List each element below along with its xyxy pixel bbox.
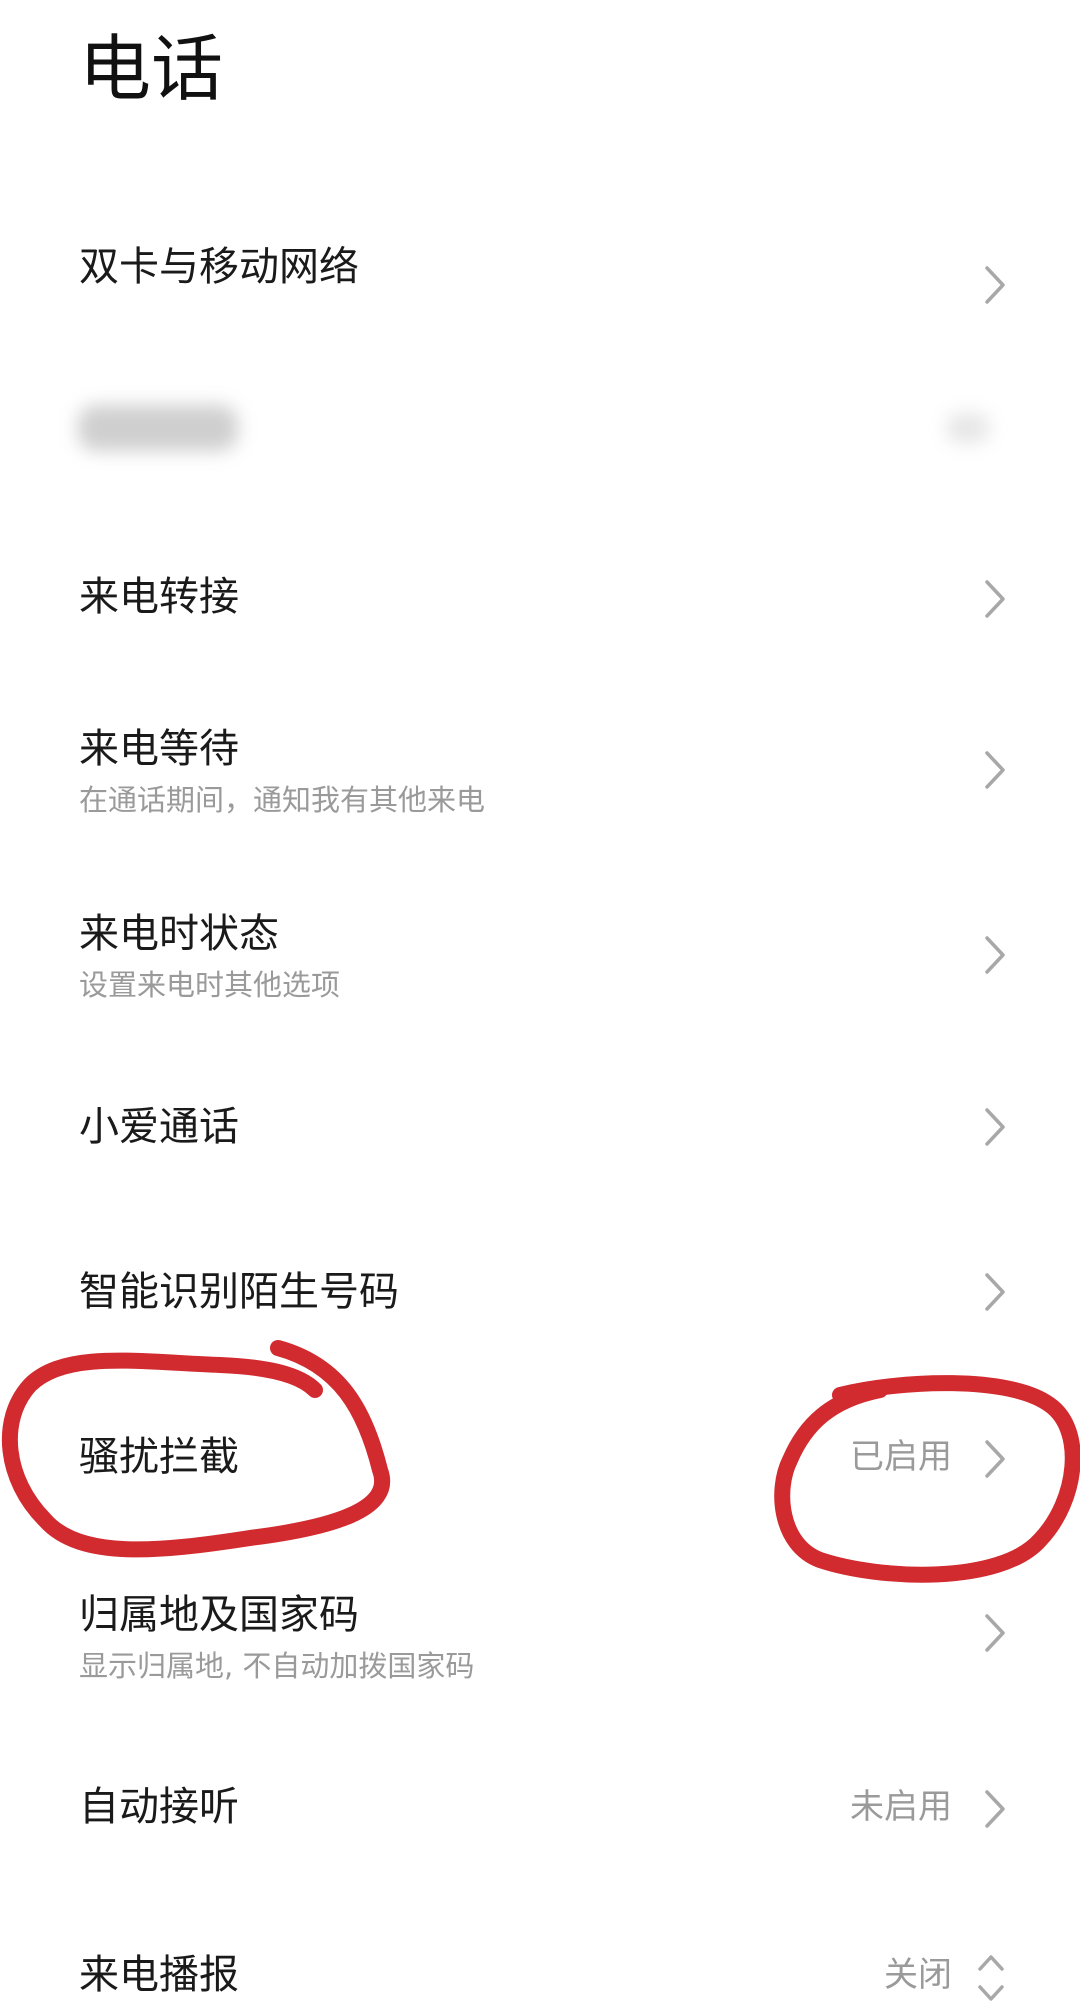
settings-item-caller-announce[interactable]: 来电播报 关闭 xyxy=(0,1925,1080,2004)
settings-item-subtitle: 在通话期间，通知我有其他来电 xyxy=(79,783,486,817)
chevron-right-icon xyxy=(984,579,1006,619)
settings-item-label: 归属地及国家码 xyxy=(79,1592,359,1638)
redacted-label xyxy=(78,405,238,451)
settings-item-subtitle: 设置来电时其他选项 xyxy=(79,968,341,1002)
chevron-up-down-icon[interactable] xyxy=(976,1951,1006,2001)
chevron-right-icon xyxy=(984,265,1006,305)
chevron-right-icon xyxy=(984,750,1006,790)
chevron-right-icon xyxy=(984,1439,1006,1479)
settings-item-label: 自动接听 xyxy=(79,1784,239,1830)
settings-item-label: 来电转接 xyxy=(79,574,239,620)
chevron-right-icon xyxy=(984,1107,1006,1147)
settings-item-call-waiting[interactable]: 来电等待 在通话期间，通知我有其他来电 xyxy=(0,715,1080,835)
status-value: 未启用 xyxy=(850,1787,952,1827)
status-value: 已启用 xyxy=(850,1437,952,1477)
settings-item-incoming-state[interactable]: 来电时状态 设置来电时其他选项 xyxy=(0,900,1080,1020)
settings-item-label: 小爱通话 xyxy=(79,1104,239,1150)
settings-item-label: 来电等待 xyxy=(79,726,239,772)
chevron-right-icon xyxy=(984,1613,1006,1653)
settings-item-spam-block[interactable]: 骚扰拦截 已启用 xyxy=(0,1415,1080,1525)
settings-item-call-forwarding[interactable]: 来电转接 xyxy=(0,555,1080,665)
chevron-right-icon xyxy=(984,935,1006,975)
settings-item-label: 来电时状态 xyxy=(79,911,279,957)
settings-item-dual-sim[interactable]: 双卡与移动网络 xyxy=(0,225,1080,335)
status-value: 关闭 xyxy=(884,1955,952,1995)
settings-item-xiaoai-call[interactable]: 小爱通话 xyxy=(0,1085,1080,1195)
settings-item-label: 来电播报 xyxy=(79,1952,239,1998)
settings-item-redacted[interactable] xyxy=(0,385,1080,495)
settings-item-label: 智能识别陌生号码 xyxy=(79,1269,399,1315)
settings-item-auto-answer[interactable]: 自动接听 未启用 xyxy=(0,1765,1080,1875)
settings-item-subtitle: 显示归属地, 不自动加拨国家码 xyxy=(79,1649,475,1683)
settings-item-identify-unknown[interactable]: 智能识别陌生号码 xyxy=(0,1250,1080,1360)
settings-item-label: 双卡与移动网络 xyxy=(79,244,359,290)
chevron-right-icon xyxy=(984,1789,1006,1829)
page-title: 电话 xyxy=(79,27,224,111)
settings-item-location-code[interactable]: 归属地及国家码 显示归属地, 不自动加拨国家码 xyxy=(0,1585,1080,1705)
settings-item-label: 骚扰拦截 xyxy=(79,1434,239,1480)
redacted-value xyxy=(946,413,990,443)
chevron-right-icon xyxy=(984,1272,1006,1312)
